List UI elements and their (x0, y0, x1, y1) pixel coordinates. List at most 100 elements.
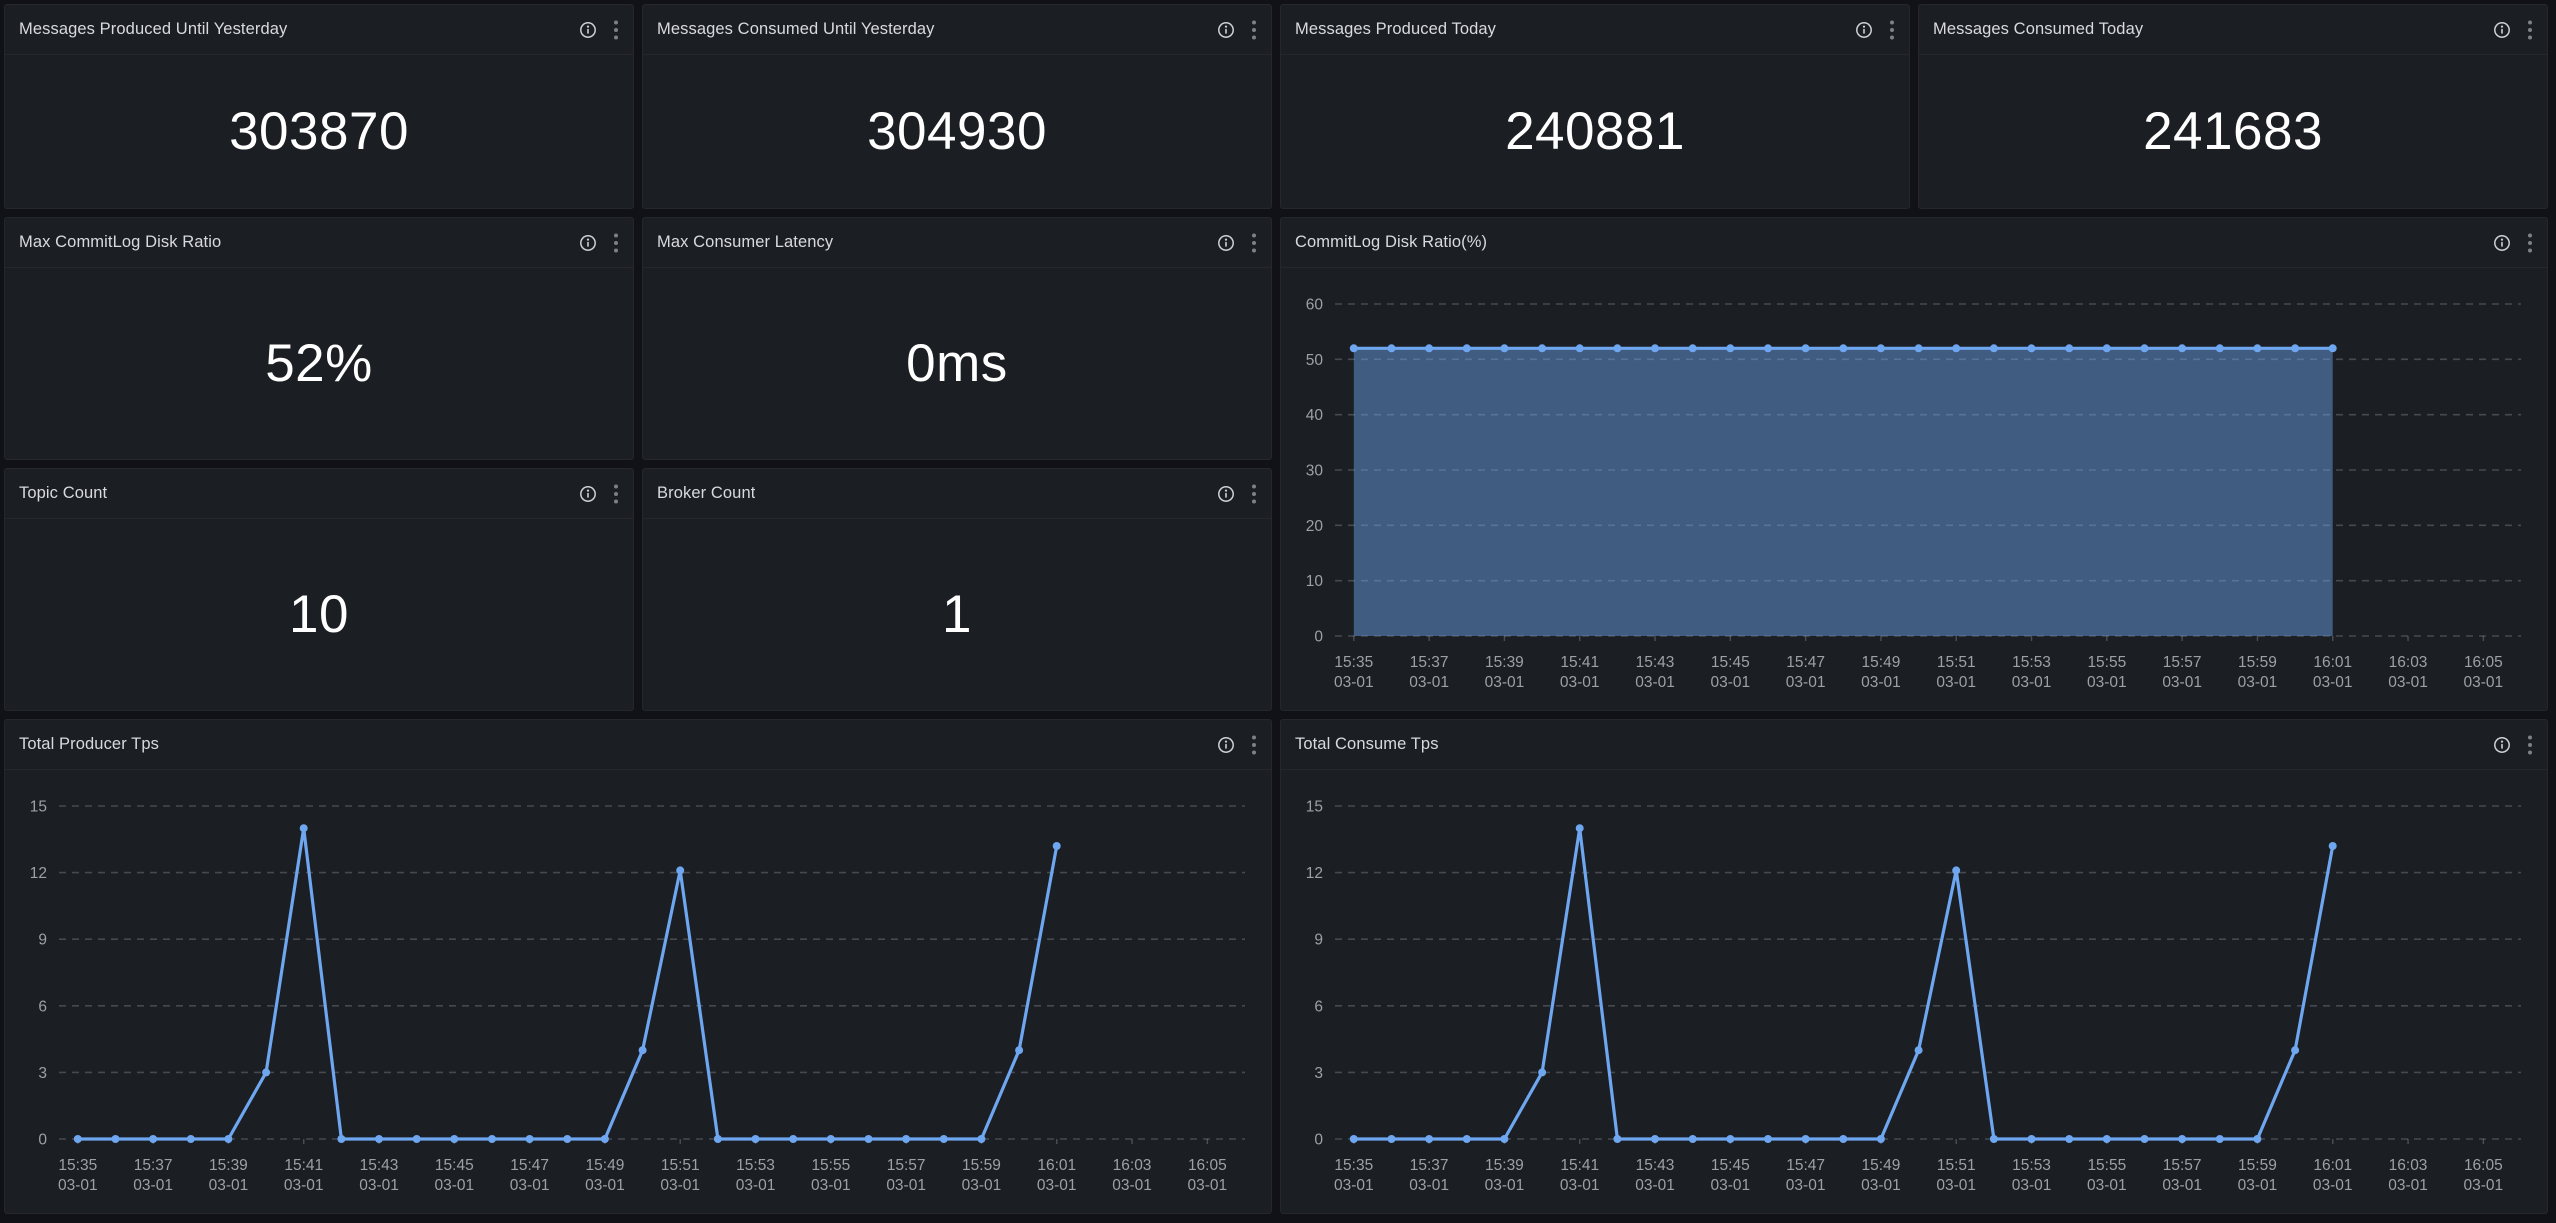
kebab-menu-icon[interactable] (613, 19, 619, 41)
series-point (1952, 866, 1960, 874)
series-point (1802, 1135, 1810, 1143)
info-circle-icon[interactable] (579, 485, 597, 503)
x-axis-date-label: 03-01 (1786, 674, 1826, 691)
kebab-menu-icon[interactable] (2527, 232, 2533, 254)
stat-value: 1 (942, 588, 972, 641)
x-axis-date-label: 03-01 (133, 1177, 173, 1194)
x-axis-date-label: 03-01 (2313, 1177, 2353, 1194)
kebab-menu-icon[interactable] (613, 232, 619, 254)
info-circle-icon[interactable] (1855, 21, 1873, 39)
panel-topic-count: Topic Count 10 (4, 468, 634, 711)
kebab-menu-icon[interactable] (2527, 19, 2533, 41)
x-axis-time-label: 15:51 (1937, 1157, 1976, 1174)
series-point (563, 1135, 571, 1143)
info-circle-icon[interactable] (2493, 21, 2511, 39)
x-axis-date-label: 03-01 (2087, 1177, 2127, 1194)
panel-title[interactable]: Messages Produced Until Yesterday (19, 20, 287, 39)
kebab-menu-icon[interactable] (1251, 19, 1257, 41)
series-point (1764, 1135, 1772, 1143)
series-point (1990, 1135, 1998, 1143)
x-axis-time-label: 15:35 (1334, 1157, 1373, 1174)
stat-value: 10 (289, 588, 349, 641)
y-axis-tick-label: 40 (1306, 407, 1324, 424)
x-axis-time-label: 15:45 (1711, 654, 1750, 671)
series-point (752, 1135, 760, 1143)
panel-broker-count: Broker Count 1 (642, 468, 1272, 711)
chart-svg: 0369121515:3503-0115:3703-0115:3903-0115… (1281, 770, 2547, 1213)
series-point (865, 1135, 873, 1143)
x-axis-time-label: 15:49 (1862, 654, 1901, 671)
series-point (1651, 1135, 1659, 1143)
panel-title[interactable]: Messages Consumed Today (1933, 20, 2143, 39)
info-circle-icon[interactable] (579, 21, 597, 39)
x-axis-date-label: 03-01 (209, 1177, 249, 1194)
x-axis-date-label: 03-01 (1635, 1177, 1675, 1194)
panel-title[interactable]: Max Consumer Latency (657, 233, 833, 252)
series-point (1350, 344, 1358, 352)
x-axis-date-label: 03-01 (58, 1177, 98, 1194)
panel-title[interactable]: Messages Consumed Until Yesterday (657, 20, 935, 39)
panel-total-consume-tps: Total Consume Tps 0369121515:3503-0115:3… (1280, 719, 2548, 1214)
x-axis-time-label: 15:53 (2012, 1157, 2051, 1174)
panel-title[interactable]: Total Producer Tps (19, 735, 159, 754)
panel-max-consumer-latency: Max Consumer Latency 0ms (642, 217, 1272, 460)
total-consume-tps-chart[interactable]: 0369121515:3503-0115:3703-0115:3903-0115… (1281, 770, 2547, 1213)
panel-messages-consumed-until-yesterday: Messages Consumed Until Yesterday 304930 (642, 4, 1272, 209)
x-axis-date-label: 03-01 (1560, 674, 1600, 691)
kebab-menu-icon[interactable] (1251, 483, 1257, 505)
series-point (1877, 344, 1885, 352)
series-point (1689, 1135, 1697, 1143)
series-point (1576, 824, 1584, 832)
commitlog-disk-ratio-chart[interactable]: 010203040506015:3503-0115:3703-0115:3903… (1281, 268, 2547, 710)
x-axis-date-label: 03-01 (2162, 1177, 2202, 1194)
y-axis-tick-label: 50 (1306, 352, 1324, 369)
y-axis-tick-label: 15 (1306, 799, 1323, 816)
kebab-menu-icon[interactable] (613, 483, 619, 505)
panel-title[interactable]: Total Consume Tps (1295, 735, 1439, 754)
x-axis-time-label: 15:51 (661, 1157, 700, 1174)
info-circle-icon[interactable] (2493, 736, 2511, 754)
series-point (1350, 1135, 1358, 1143)
series-point (789, 1135, 797, 1143)
stat-value: 0ms (906, 337, 1008, 390)
info-circle-icon[interactable] (1217, 485, 1235, 503)
x-axis-time-label: 16:03 (1113, 1157, 1152, 1174)
stat-value: 240881 (1505, 105, 1685, 158)
series-point (488, 1135, 496, 1143)
x-axis-time-label: 15:43 (360, 1157, 399, 1174)
x-axis-date-label: 03-01 (284, 1177, 324, 1194)
series-point (262, 1068, 270, 1076)
chart-svg: 0369121515:3503-0115:3703-0115:3903-0115… (5, 770, 1271, 1213)
series-point (2216, 344, 2224, 352)
series-point (1802, 344, 1810, 352)
kebab-menu-icon[interactable] (1251, 734, 1257, 756)
series-point (1839, 344, 1847, 352)
kebab-menu-icon[interactable] (1889, 19, 1895, 41)
total-producer-tps-chart[interactable]: 0369121515:3503-0115:3703-0115:3903-0115… (5, 770, 1271, 1213)
info-circle-icon[interactable] (1217, 736, 1235, 754)
chart-svg: 010203040506015:3503-0115:3703-0115:3903… (1281, 268, 2547, 710)
series-point (1463, 344, 1471, 352)
info-circle-icon[interactable] (1217, 234, 1235, 252)
series-point (1726, 344, 1734, 352)
panel-title[interactable]: CommitLog Disk Ratio(%) (1295, 233, 1487, 252)
panel-title[interactable]: Max CommitLog Disk Ratio (19, 233, 221, 252)
x-axis-time-label: 15:39 (1485, 654, 1524, 671)
info-circle-icon[interactable] (2493, 234, 2511, 252)
series-line (78, 828, 1057, 1139)
panel-title[interactable]: Broker Count (657, 484, 755, 503)
x-axis-date-label: 03-01 (1861, 674, 1901, 691)
kebab-menu-icon[interactable] (1251, 232, 1257, 254)
panel-header: Messages Consumed Until Yesterday (643, 5, 1271, 55)
kebab-menu-icon[interactable] (2527, 734, 2533, 756)
panel-title[interactable]: Topic Count (19, 484, 107, 503)
panel-title[interactable]: Messages Produced Today (1295, 20, 1496, 39)
x-axis-date-label: 03-01 (1635, 674, 1675, 691)
series-point (1388, 1135, 1396, 1143)
info-circle-icon[interactable] (579, 234, 597, 252)
series-point (1053, 842, 1061, 850)
x-axis-time-label: 15:49 (586, 1157, 625, 1174)
info-circle-icon[interactable] (1217, 21, 1235, 39)
x-axis-time-label: 15:47 (1786, 654, 1825, 671)
y-axis-tick-label: 20 (1306, 518, 1324, 535)
